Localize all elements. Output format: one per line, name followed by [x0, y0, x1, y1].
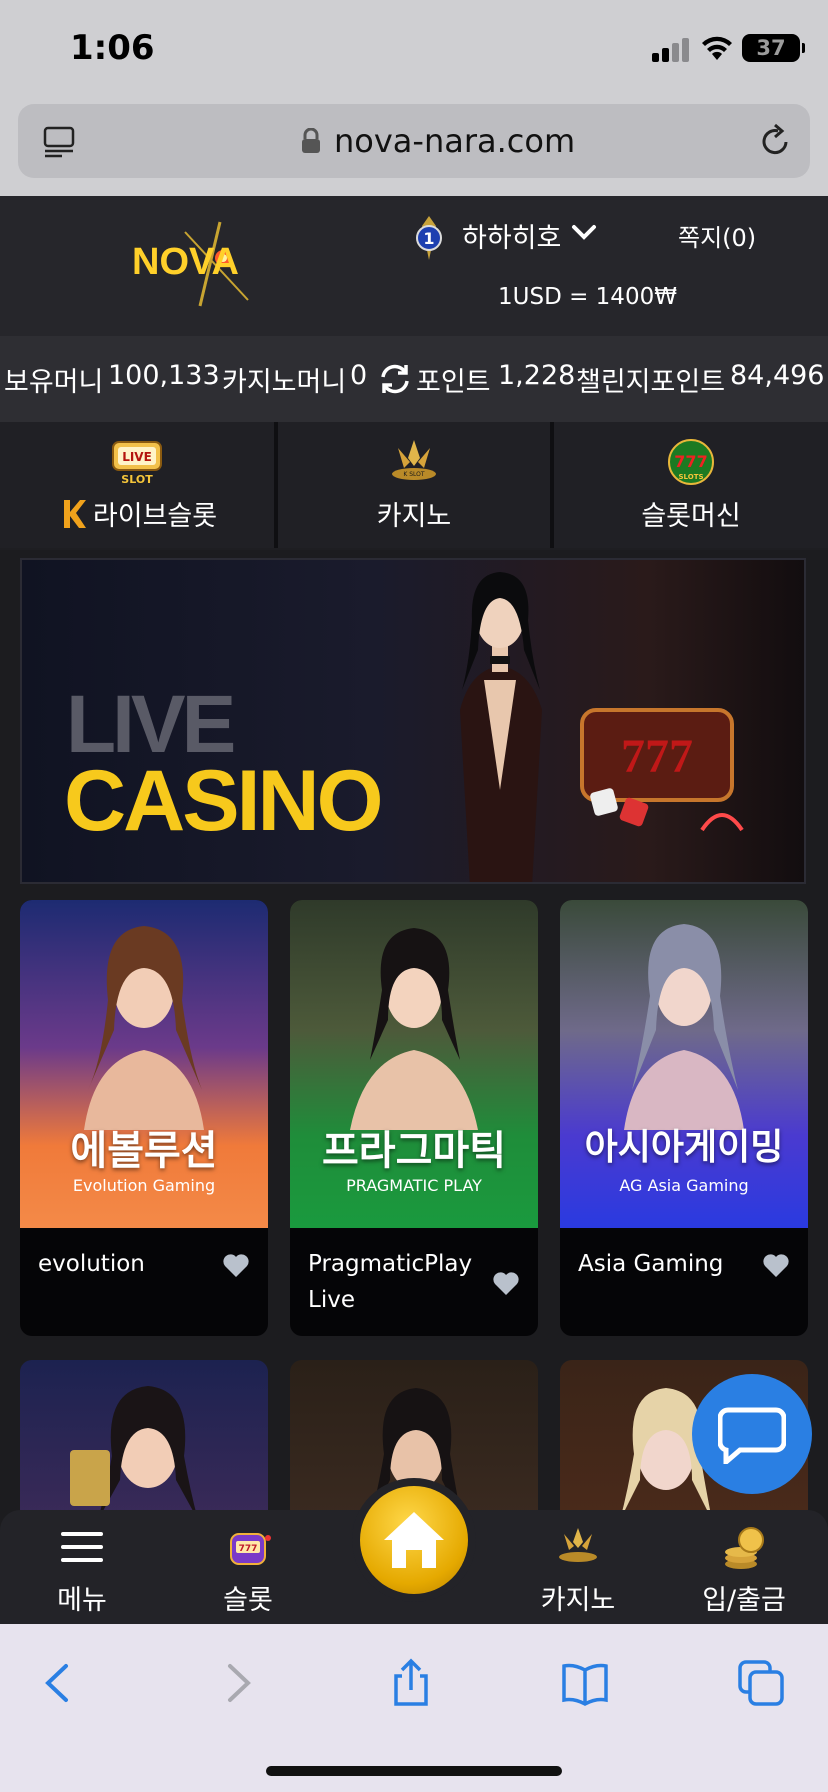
tab-live-slot[interactable]: LIVE SLOT 라이브슬롯 — [0, 422, 274, 548]
tab-casino-label: 카지노 — [376, 501, 452, 532]
banner-slot-reels-image: 777 — [580, 708, 744, 832]
messages-link[interactable]: 쪽지(0) — [678, 218, 756, 253]
chat-bubble-icon — [718, 1407, 786, 1464]
game-korean-title: 프라그마틱 — [322, 1128, 506, 1174]
model-image — [70, 1386, 198, 1520]
forward-icon[interactable] — [212, 1658, 262, 1708]
balance-strip: 보유머니 100,133 카지노머니 0 포인트 1,228 챌린지포인트 84… — [0, 336, 828, 422]
nav-slot[interactable]: 777 슬롯 — [188, 1510, 308, 1624]
reload-icon[interactable] — [756, 122, 794, 160]
level-badge-icon: 1 — [416, 216, 442, 260]
exchange-rate: 1USD = 1400₩ — [498, 284, 677, 310]
nav-casino-label: 카지노 — [540, 1585, 616, 1616]
home-indicator — [266, 1766, 562, 1776]
share-icon[interactable] — [386, 1658, 436, 1708]
url-text[interactable]: nova-nara.com — [334, 122, 575, 160]
casino-icon — [559, 1528, 597, 1562]
heart-icon[interactable] — [222, 1252, 250, 1278]
heart-icon[interactable] — [762, 1252, 790, 1278]
menu-icon — [61, 1532, 103, 1562]
status-bar: 1:06 37 — [0, 0, 828, 96]
browser-address-area: nova-nara.com — [0, 96, 828, 196]
challenge-points-value: 84,496 — [730, 360, 825, 391]
tab-slot-machine[interactable]: 777 SLOTS 슬롯머신 — [554, 422, 828, 548]
svg-text:SLOTS: SLOTS — [678, 473, 703, 481]
cellular-signal-icon — [652, 38, 692, 62]
heart-icon[interactable] — [492, 1270, 520, 1296]
tab-live-slot-label: 라이브슬롯 — [92, 501, 218, 532]
money-label: 보유머니 — [4, 367, 104, 398]
game-card-pragmatic[interactable]: 프라그마틱 PRAGMATIC PLAY PragmaticPlay Live — [290, 900, 538, 1336]
chat-button[interactable] — [692, 1374, 812, 1494]
coins-icon — [725, 1527, 764, 1569]
svg-text:1: 1 — [423, 229, 434, 248]
svg-text:777: 777 — [239, 1544, 258, 1554]
tabs-icon[interactable] — [736, 1658, 786, 1708]
battery-icon: 37 — [742, 34, 805, 62]
back-icon[interactable] — [34, 1658, 84, 1708]
nav-deposit-label: 입/출금 — [702, 1585, 786, 1616]
nav-menu-label: 메뉴 — [57, 1585, 107, 1616]
svg-text:SLOT: SLOT — [121, 473, 153, 486]
challenge-points-label: 챌린지포인트 — [576, 367, 726, 398]
nav-casino[interactable]: 카지노 — [518, 1510, 638, 1624]
refresh-icon[interactable] — [378, 362, 412, 396]
game-card-partial[interactable] — [20, 1360, 268, 1520]
svg-text:NOVA: NOVA — [132, 241, 239, 283]
game-brand-logo: PRAGMATIC PLAY — [346, 1176, 482, 1195]
tab-casino[interactable]: K SLOT 카지노 — [278, 422, 550, 548]
live-casino-banner[interactable]: LIVE CASINO 777 — [20, 558, 806, 884]
game-brand-logo: Evolution Gaming — [72, 1176, 216, 1195]
game-korean-title: 에볼루션 — [70, 1128, 218, 1174]
home-button[interactable] — [352, 1478, 476, 1602]
username[interactable]: 하하히호 — [462, 216, 561, 255]
model-image — [624, 924, 744, 1130]
svg-text:777: 777 — [621, 730, 693, 783]
game-title: Asia Gaming — [578, 1251, 724, 1277]
nav-deposit-withdraw[interactable]: 입/출금 — [684, 1510, 804, 1624]
game-brand-logo: AG Asia Gaming — [619, 1176, 749, 1195]
model-image — [350, 928, 478, 1130]
casino-money-label: 카지노머니 — [222, 367, 347, 398]
slot-machine-icon: 777 — [230, 1533, 271, 1565]
svg-text:777: 777 — [674, 452, 707, 471]
lock-icon — [302, 128, 320, 153]
category-tabs: LIVE SLOT 라이브슬롯 K SLOT 카지노 777 SLOTS 슬롯머… — [0, 422, 828, 550]
game-thumbnail: 프라그마틱 PRAGMATIC PLAY — [290, 900, 538, 1228]
site-header: NOVA 1 하하히호 쪽지(0) 1USD = 1400₩ — [0, 196, 828, 336]
model-image — [84, 926, 204, 1130]
nav-slot-label: 슬롯 — [223, 1585, 273, 1616]
game-title: evolution — [38, 1251, 145, 1277]
game-thumbnail: 에볼루션 Evolution Gaming — [20, 900, 268, 1228]
live-slot-icon: LIVE SLOT — [112, 441, 162, 486]
browser-toolbar — [0, 1624, 828, 1792]
game-thumbnail: 아시아게이밍 AG Asia Gaming — [560, 900, 808, 1228]
game-card-asia-gaming[interactable]: 아시아게이밍 AG Asia Gaming Asia Gaming — [560, 900, 808, 1336]
game-card-evolution[interactable]: 에볼루션 Evolution Gaming evolution — [20, 900, 268, 1336]
money-value: 100,133 — [108, 360, 220, 391]
svg-text:LIVE: LIVE — [122, 450, 152, 464]
points-value: 1,228 — [498, 360, 576, 391]
bookmarks-icon[interactable] — [560, 1658, 610, 1708]
casino-icon: K SLOT — [392, 440, 436, 480]
points-label: 포인트 — [416, 367, 491, 398]
chevron-down-icon[interactable] — [570, 220, 598, 244]
tab-slot-machine-label: 슬롯머신 — [641, 501, 741, 532]
slot-machine-icon: 777 SLOTS — [668, 439, 714, 485]
banner-title-line2: CASINO — [64, 753, 383, 849]
home-icon — [384, 1512, 444, 1568]
clock: 1:06 — [70, 28, 155, 68]
casino-money-value: 0 — [350, 360, 368, 391]
address-bar[interactable]: nova-nara.com — [18, 104, 810, 178]
nav-menu[interactable]: 메뉴 — [22, 1510, 142, 1624]
game-title: PragmaticPlay Live — [308, 1251, 473, 1313]
game-korean-title: 아시아게이밍 — [584, 1127, 784, 1168]
nova-logo[interactable]: NOVA — [130, 212, 290, 312]
wifi-icon — [702, 36, 732, 60]
reader-icon[interactable] — [42, 124, 76, 158]
svg-text:K SLOT: K SLOT — [403, 471, 425, 478]
